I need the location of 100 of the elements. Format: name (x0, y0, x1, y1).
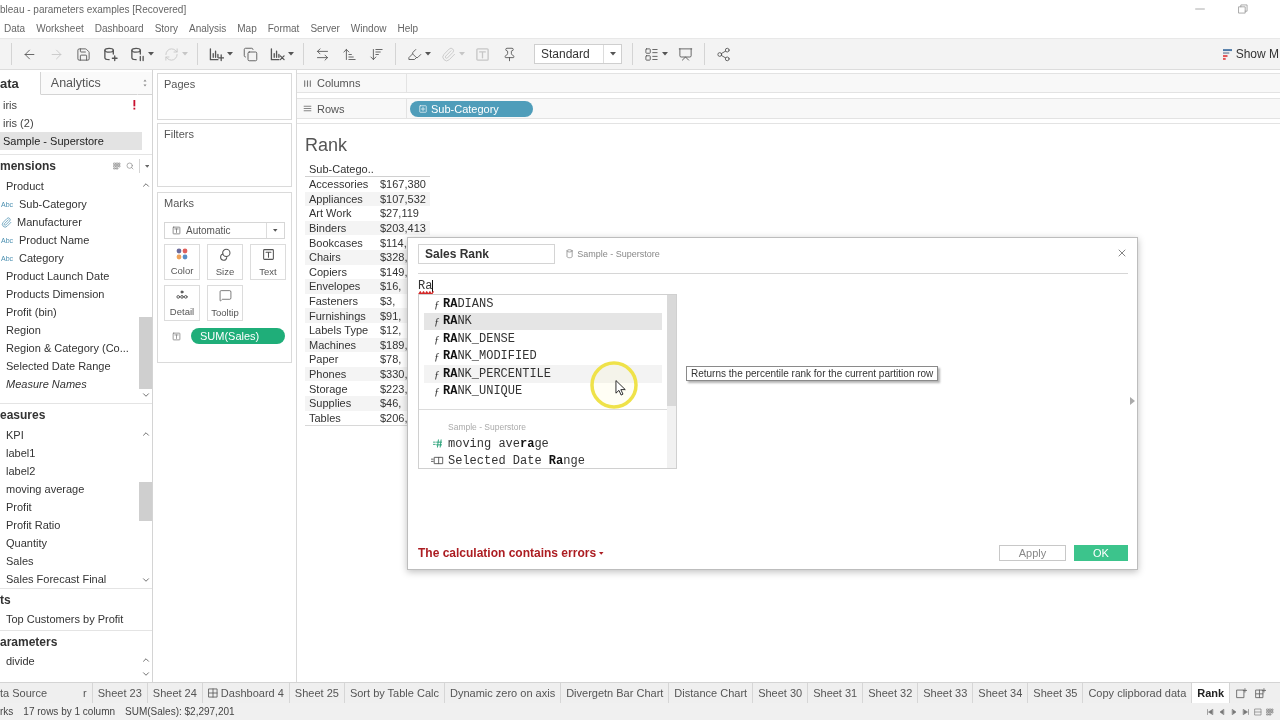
chevron-up-icon[interactable] (140, 180, 151, 190)
data-field-item[interactable]: label2 (0, 462, 139, 480)
data-source-tab[interactable]: ta Source (0, 683, 79, 703)
database-pause-icon[interactable] (130, 46, 145, 62)
menu-item[interactable]: Dashboard (94, 22, 144, 34)
sort-descending-icon[interactable] (369, 46, 384, 62)
data-source-item[interactable]: iris (2) (0, 114, 142, 132)
calculation-error-dropdown[interactable]: The calculation contains errors (418, 546, 604, 560)
marks-button[interactable]: Color (164, 244, 200, 280)
caret-icon[interactable] (425, 52, 431, 56)
calculation-name-field[interactable]: Sales Rank (418, 244, 555, 264)
chevron-down-icon[interactable] (140, 390, 151, 400)
sort-arrows-icon[interactable] (141, 79, 149, 87)
autocomplete-item[interactable]: ƒ RANK_MODIFIED (424, 347, 662, 365)
caret-icon[interactable] (144, 164, 149, 168)
pane-tab[interactable]: ata (0, 72, 41, 95)
data-field-item[interactable]: label1 (0, 444, 139, 462)
next-page-icon[interactable] (1230, 707, 1238, 716)
menu-item[interactable]: Help (397, 22, 418, 34)
autocomplete-item[interactable]: ƒ RANK_DENSE (424, 330, 662, 348)
caret-icon[interactable] (227, 52, 233, 56)
search-icon[interactable] (125, 162, 134, 170)
grid-icon[interactable] (112, 162, 121, 170)
sheet-tab[interactable]: Rank (1192, 683, 1231, 703)
data-field-item[interactable]: Manufacturer (0, 213, 139, 231)
fit-dropdown[interactable]: Standard (534, 44, 622, 64)
chart-clear-icon[interactable] (270, 46, 285, 62)
text-box-icon[interactable] (172, 331, 181, 341)
scrollbar-thumb[interactable] (139, 482, 152, 521)
scrollbar-thumb[interactable] (139, 317, 152, 389)
data-field-item[interactable]: divide (0, 652, 139, 670)
data-field-item[interactable]: Products Dimension (0, 285, 139, 303)
data-field-item[interactable]: moving average (0, 480, 139, 498)
grid-view-icon[interactable] (1266, 707, 1274, 716)
menu-item[interactable]: Map (237, 22, 257, 34)
menu-item[interactable]: Window (350, 22, 387, 34)
presentation-icon[interactable] (678, 46, 693, 62)
expand-arrow-icon[interactable] (1130, 397, 1135, 405)
highlighter-icon[interactable] (407, 46, 422, 62)
save-icon[interactable] (76, 46, 91, 62)
chevron-down-icon[interactable] (140, 669, 151, 679)
share-icon[interactable] (716, 46, 731, 62)
menu-item[interactable]: Analysis (189, 22, 227, 34)
data-field-item[interactable]: KPI (0, 426, 139, 444)
marks-button[interactable]: Text (250, 244, 286, 280)
marks-button[interactable]: Size (207, 244, 243, 280)
caret-icon[interactable] (148, 52, 154, 56)
pin-icon[interactable] (502, 46, 517, 62)
autocomplete-item[interactable]: ƒ RANK (424, 312, 662, 330)
scrollbar-thumb[interactable] (667, 295, 676, 406)
database-plus-icon[interactable] (103, 46, 118, 62)
chevron-up-icon[interactable] (140, 655, 151, 665)
tile-view-icon[interactable] (1254, 707, 1262, 716)
data-field-item[interactable]: Product (0, 177, 139, 195)
column-header[interactable]: Sub-Catego.. (305, 163, 374, 175)
cards-icon[interactable] (644, 46, 659, 62)
data-source-item[interactable]: Sample - Superstore (0, 132, 142, 150)
formula-input[interactable]: Ra (418, 280, 1128, 295)
swap-arrows-icon[interactable] (315, 46, 330, 62)
plus-square-icon[interactable] (419, 104, 427, 113)
last-page-icon[interactable] (1242, 707, 1250, 716)
autocomplete-item[interactable]: ƒ RANK_PERCENTILE (424, 365, 662, 383)
previous-page-icon[interactable] (1218, 707, 1226, 716)
back-arrow-icon[interactable] (22, 46, 37, 62)
data-field-item[interactable]: Profit (0, 498, 139, 516)
caret-icon[interactable] (609, 52, 616, 56)
marks-button[interactable]: Tooltip (207, 285, 243, 321)
data-field-item[interactable]: Sales (0, 552, 139, 570)
data-field-item[interactable]: Selected Date Range (0, 357, 139, 375)
data-field-item[interactable]: Quantity (0, 534, 139, 552)
data-source-item[interactable]: iris (0, 96, 142, 114)
show-me-button[interactable]: Show M (1222, 42, 1280, 66)
menu-item[interactable]: Data (4, 22, 26, 34)
restore-icon[interactable] (1238, 4, 1248, 14)
copy-icon[interactable] (243, 46, 258, 62)
first-page-icon[interactable] (1206, 707, 1214, 716)
caret-icon[interactable] (273, 229, 278, 232)
data-field-item[interactable]: Profit Ratio (0, 516, 139, 534)
caret-icon[interactable] (662, 52, 668, 56)
new-sheet-icon[interactable] (1236, 687, 1248, 699)
chevron-down-icon[interactable] (140, 575, 151, 585)
menu-item[interactable]: Server (310, 22, 340, 34)
sort-ascending-icon[interactable] (342, 46, 357, 62)
menu-item[interactable]: Story (154, 22, 178, 34)
new-dashboard-icon[interactable] (1255, 687, 1267, 699)
autocomplete-item[interactable]: Selected Date Range (424, 452, 662, 469)
caret-icon[interactable] (599, 551, 604, 555)
autocomplete-item[interactable]: moving average (424, 435, 662, 452)
data-field-item[interactable]: Measure Names (0, 375, 139, 393)
autocomplete-item[interactable]: ƒ RADIANS (424, 295, 662, 313)
mark-type-dropdown[interactable]: Automatic (164, 222, 285, 239)
autocomplete-item[interactable]: ƒ RANK_UNIQUE (424, 382, 662, 400)
data-field-item[interactable]: Top Customers by Profit (0, 610, 152, 628)
pane-tab[interactable]: Analytics (40, 72, 138, 95)
menu-item[interactable]: Worksheet (36, 22, 84, 34)
data-field-item[interactable]: Product Launch Date (0, 267, 139, 285)
data-field-item[interactable]: Region (0, 321, 139, 339)
caret-icon[interactable] (288, 52, 294, 56)
chevron-up-icon[interactable] (140, 429, 151, 439)
close-icon[interactable] (1116, 247, 1128, 259)
